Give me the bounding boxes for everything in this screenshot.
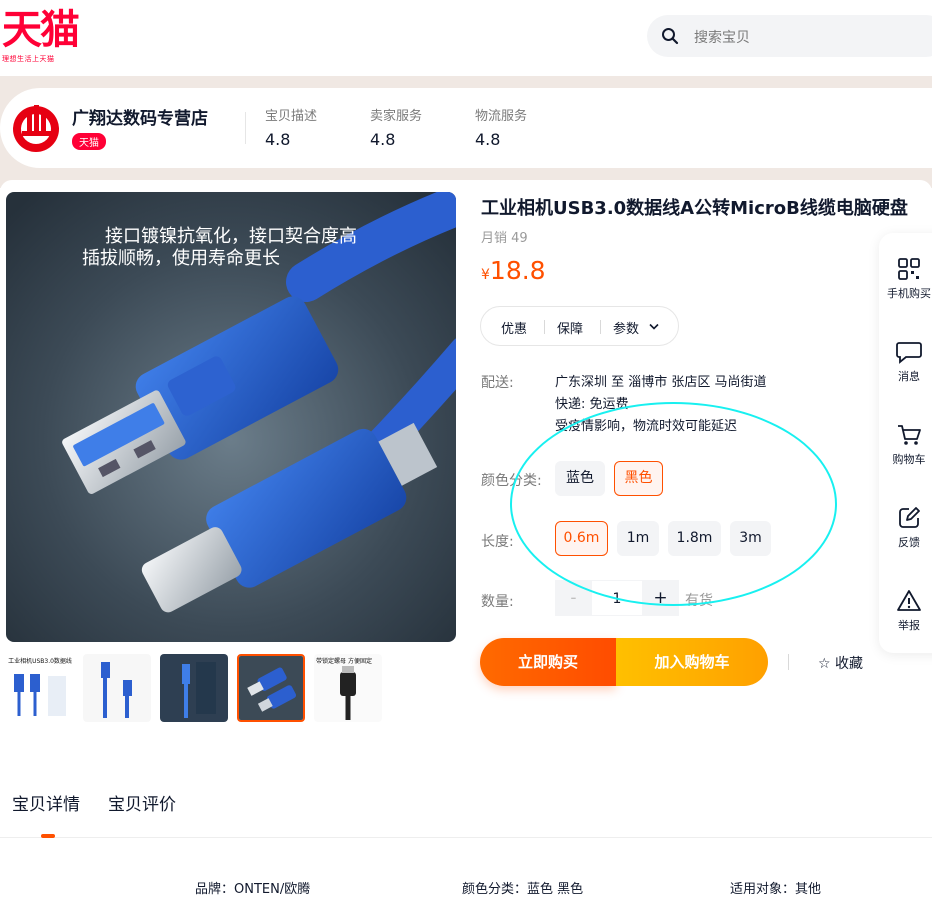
score-value: 4.8 [370, 130, 396, 149]
warning-icon [897, 590, 921, 611]
score-service: 卖家服务 4.8 [370, 105, 422, 149]
sidebar-label: 手机购买 [887, 287, 931, 300]
divider [600, 320, 601, 334]
sidebar-item-cart[interactable]: 购物车 [879, 423, 932, 467]
delivery-label: 配送: [481, 375, 514, 391]
sidebar-item-report[interactable]: 举报 [879, 589, 932, 633]
score-description: 宝贝描述 4.8 [265, 105, 317, 149]
cart-icon [898, 425, 921, 445]
score-label: 物流服务 [475, 109, 528, 124]
length-label: 长度: [481, 534, 514, 550]
floating-sidebar: 手机购买 消息 购物车 反馈 举报 [879, 233, 932, 653]
delivery-route[interactable]: 广东深圳 至 淄博市 张店区 马尚街道 [555, 372, 767, 394]
active-tab-indicator [41, 834, 55, 838]
currency-symbol: ¥ [481, 267, 490, 283]
tmall-logo[interactable]: 天猫 理想生活上天猫 [2, 8, 92, 64]
sidebar-label: 购物车 [892, 453, 926, 466]
qrcode-icon [898, 258, 920, 280]
sidebar-item-message[interactable]: 消息 [879, 340, 932, 384]
caption-line-1: 接口镀镍抗氧化，接口契合度高 [105, 226, 357, 247]
sidebar-item-mobile-buy[interactable]: 手机购买 [879, 257, 932, 301]
buy-now-button[interactable]: 立即购买 [480, 638, 616, 686]
detail-tabs: 宝贝详情 宝贝评价 [0, 770, 932, 838]
caption-line-2: 插拔顺畅，使用寿命更长 [82, 248, 280, 269]
annotation-ellipse [510, 402, 837, 606]
logo-slogan: 理想生活上天猫 [2, 55, 55, 63]
shop-name[interactable]: 广翔达数码专营店 [72, 104, 208, 129]
tab-discount[interactable]: 优惠 [501, 318, 527, 337]
thumbnail[interactable]: 带锁定螺母 方便固定 [314, 654, 382, 722]
shop-card: 广翔达数码专营店 天猫 宝贝描述 4.8 卖家服务 4.8 物流服务 4.8 [0, 88, 932, 168]
product-main: 接口镀镍抗氧化，接口契合度高 插拔顺畅，使用寿命更长 工业相机USB3.0数据线… [0, 180, 932, 914]
add-to-cart-button[interactable]: 加入购物车 [616, 638, 768, 686]
quantity-label: 数量: [481, 594, 514, 610]
tab-guarantee[interactable]: 保障 [557, 318, 583, 337]
score-label: 卖家服务 [370, 109, 423, 124]
thumbnail-selected[interactable] [237, 654, 305, 722]
sidebar-label: 消息 [898, 370, 920, 383]
sidebar-item-feedback[interactable]: 反馈 [879, 506, 932, 550]
price-value: 18.8 [489, 256, 546, 285]
shop-logo[interactable] [10, 101, 62, 153]
thumbnail[interactable]: 工业相机USB3.0数据线 [6, 654, 74, 722]
score-value: 4.8 [265, 130, 291, 149]
info-tabs: 优惠 保障 参数 [480, 306, 679, 346]
tab-reviews[interactable]: 宝贝评价 [108, 790, 176, 815]
favorite-label: 收藏 [835, 656, 864, 672]
tmall-badge: 天猫 [72, 133, 106, 150]
sidebar-label: 举报 [898, 619, 920, 632]
score-value: 4.8 [475, 130, 501, 149]
search-icon [662, 28, 679, 45]
favorite-button[interactable]: ☆ 收藏 [818, 653, 863, 673]
chat-icon [896, 342, 922, 364]
score-logistics: 物流服务 4.8 [475, 105, 527, 149]
top-header: 天猫 理想生活上天猫 搜索宝贝 [0, 0, 932, 76]
product-price: ¥18.8 [481, 256, 546, 285]
main-product-image[interactable]: 接口镀镍抗氧化，接口契合度高 插拔顺畅，使用寿命更长 [6, 192, 456, 642]
thumbnail-caption: 带锁定螺母 方便固定 [316, 657, 372, 665]
divider [245, 112, 246, 144]
edit-icon [899, 507, 920, 528]
divider [788, 654, 789, 670]
product-title: 工业相机USB3.0数据线A公转MicroB线缆电脑硬盘 [481, 198, 908, 219]
monthly-sales: 月销 49 [481, 231, 528, 246]
star-icon: ☆ [818, 656, 831, 672]
attribute-brand: 品牌：ONTEN/欧腾 [195, 882, 311, 897]
chevron-down-icon [649, 323, 659, 330]
tab-params[interactable]: 参数 [613, 318, 639, 337]
attribute-target: 适用对象：其他 [730, 882, 822, 897]
search-input[interactable]: 搜索宝贝 [647, 15, 932, 57]
attribute-color: 颜色分类：蓝色 黑色 [462, 882, 584, 897]
logo-text: 天猫 [2, 6, 80, 53]
sidebar-label: 反馈 [898, 536, 920, 549]
thumbnail[interactable] [160, 654, 228, 722]
search-placeholder: 搜索宝贝 [694, 30, 750, 46]
divider [544, 320, 545, 334]
thumbnail[interactable] [83, 654, 151, 722]
thumbnail-caption: 工业相机USB3.0数据线 [8, 657, 72, 665]
score-label: 宝贝描述 [265, 109, 318, 124]
tab-details[interactable]: 宝贝详情 [12, 790, 80, 815]
